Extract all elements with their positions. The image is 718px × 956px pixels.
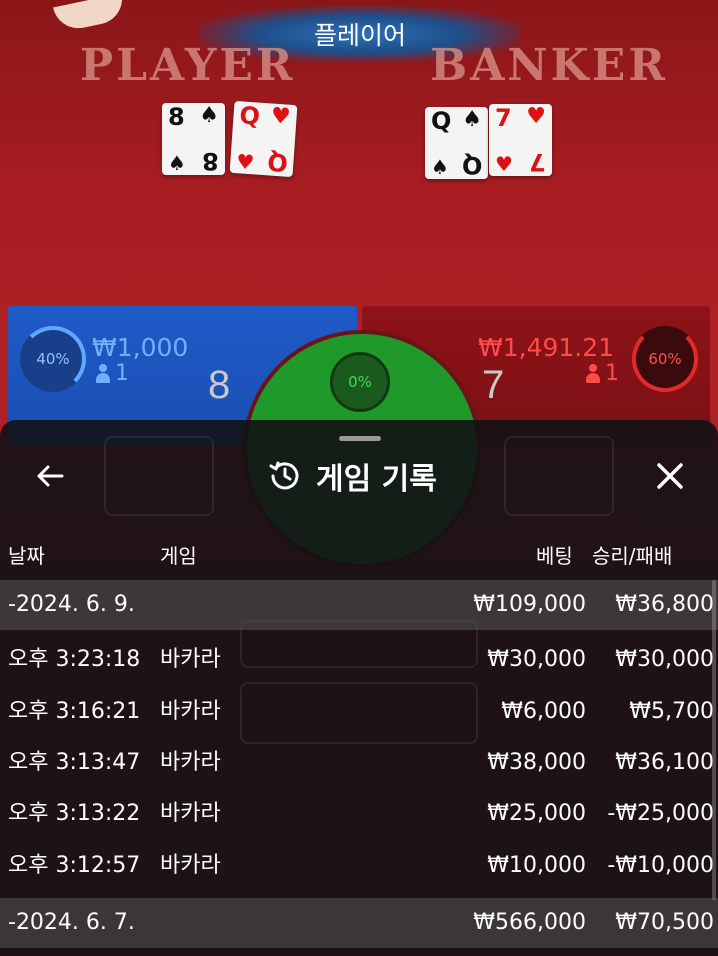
row-time: 오후 3:13:22 [8,801,141,826]
column-header-game: 게임 [160,544,197,568]
banker-card-1: Q ♠ ♠ Q [425,107,488,179]
ghost-card-box [104,436,214,516]
scrollbar[interactable] [712,580,716,900]
ghost-card-box [504,436,614,516]
row-date: -2024. 6. 7. [8,910,135,935]
table-row[interactable]: 오후 3:16:21 바카라 ₩6,000 ₩5,700 [0,687,718,737]
table-row[interactable]: 오후 3:13:47 바카라 ₩38,000 ₩36,100 [0,738,718,788]
row-bet: ₩30,000 [487,647,586,672]
row-time: 오후 3:16:21 [8,699,141,724]
row-bet: ₩10,000 [487,853,586,878]
close-icon [657,463,683,489]
row-game: 바카라 [160,801,221,826]
player-percent-ring: 40% [20,326,86,392]
banker-count: 1 [585,361,619,386]
row-bet: ₩109,000 [473,592,586,617]
row-date: -2024. 6. 9. [8,592,135,617]
back-button[interactable] [26,452,74,500]
row-win: ₩30,000 [615,647,714,672]
date-group-row[interactable]: -2024. 6. 9. ₩109,000 ₩36,800 [0,580,718,630]
row-time: 오후 3:12:57 [8,853,141,878]
row-bet: ₩566,000 [473,910,586,935]
player-count-value: 1 [115,361,129,386]
person-icon [585,363,601,384]
row-win: ₩5,700 [629,699,714,724]
row-bet: ₩6,000 [501,699,586,724]
row-time: 오후 3:23:18 [8,647,141,672]
history-title: 게임 기록 [316,462,437,497]
row-bet: ₩38,000 [487,750,586,775]
history-header: 게임 기록 [268,452,437,500]
column-header-win-loss: 승리/패배 [592,544,673,568]
row-win: ₩36,800 [615,592,714,617]
close-button[interactable] [646,452,694,500]
banker-count-value: 1 [605,361,619,386]
tie-percent-ring: 0% [330,352,390,412]
row-win: ₩70,500 [615,910,714,935]
row-time: 오후 3:13:47 [8,750,141,775]
row-win: -₩10,000 [607,853,714,878]
player-card-2: Q ♥ ♥ Q [229,100,298,178]
row-game: 바카라 [160,647,221,672]
row-game: 바카라 [160,853,221,878]
column-header-bet: 베팅 [536,544,573,568]
banker-score: 7 [482,363,505,407]
row-game: 바카라 [160,699,221,724]
banker-title: BANKER [430,40,668,91]
sheet-grabber[interactable] [339,436,381,441]
row-game: 바카라 [160,750,221,775]
table-row[interactable]: 오후 3:23:18 바카라 ₩30,000 ₩30,000 [0,635,718,685]
banker-bet-amount: ₩1,491.21 [478,333,615,362]
table-row[interactable]: 오후 3:13:22 바카라 ₩25,000 -₩25,000 [0,789,718,839]
player-score: 8 [208,363,231,407]
row-win: ₩36,100 [615,750,714,775]
player-title: PLAYER [80,40,296,91]
arrow-left-icon [37,465,64,487]
date-group-row[interactable]: -2024. 6. 7. ₩566,000 ₩70,500 [0,898,718,948]
banker-percent-ring: 60% [632,326,698,392]
player-card-1: 8 ♠ ♠ 8 [162,103,225,175]
row-win: -₩25,000 [607,801,714,826]
player-bet-amount: ₩1,000 [92,333,189,362]
player-count: 1 [95,361,129,386]
person-icon [95,363,111,384]
banker-card-2: 7 ♥ ♥ 7 [489,104,552,176]
table-row[interactable]: 오후 3:12:57 바카라 ₩10,000 -₩10,000 [0,841,718,891]
column-header-date: 날짜 [8,544,45,568]
history-icon [269,461,299,490]
row-bet: ₩25,000 [487,801,586,826]
